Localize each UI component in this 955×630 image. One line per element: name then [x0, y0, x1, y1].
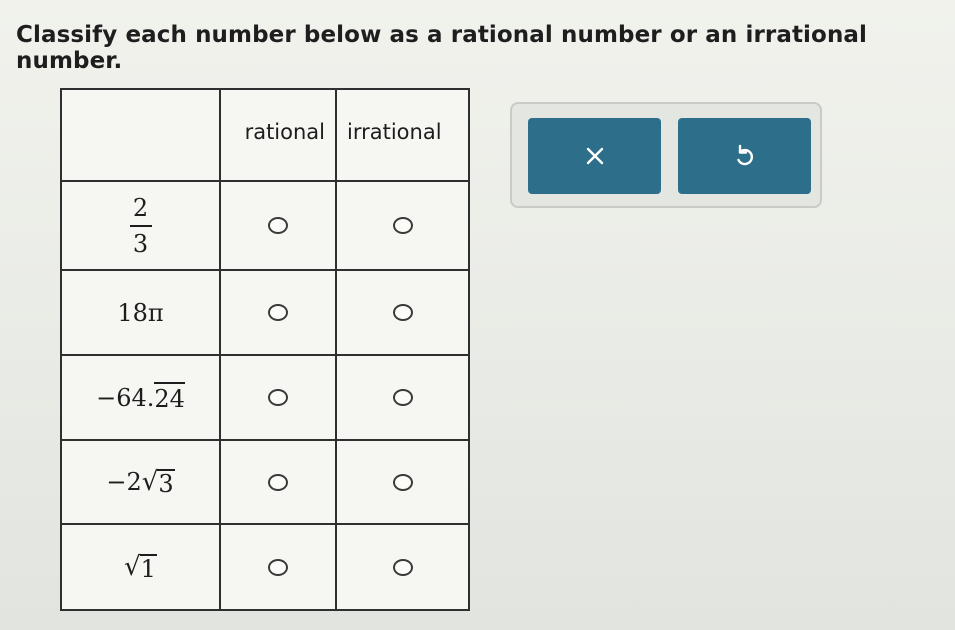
number-cell-two-thirds: 2 3: [62, 182, 221, 271]
radio-rational-row-2[interactable]: [268, 304, 288, 321]
repeating-decimal-prefix: −64.: [96, 383, 155, 412]
action-panel: [510, 102, 822, 208]
radical-sign-icon: √: [141, 467, 159, 497]
number-cell-repeating-decimal: −64. 24: [62, 356, 221, 441]
radical-sign-icon: √: [124, 552, 141, 582]
radio-rational-row-5[interactable]: [268, 558, 288, 576]
square-root: √ 3: [142, 467, 175, 497]
cell-rational-row-4: [221, 441, 337, 525]
radio-rational-row-3[interactable]: [268, 389, 288, 406]
fraction: 2 3: [129, 193, 152, 258]
radio-irrational-row-4[interactable]: [392, 473, 413, 491]
clear-button[interactable]: [528, 118, 661, 194]
undo-icon: [736, 144, 753, 166]
radio-irrational-row-2[interactable]: [392, 304, 413, 321]
cell-rational-row-3: [221, 356, 337, 441]
coefficient: −2: [106, 468, 142, 496]
radio-rational-row-4[interactable]: [268, 473, 288, 491]
cell-rational-row-2: [221, 271, 337, 356]
fraction-bar: [129, 224, 152, 227]
cell-irrational-row-4: [337, 441, 468, 525]
radicand: 1: [139, 553, 157, 583]
radio-rational-row-1[interactable]: [268, 217, 288, 234]
number-18pi: 18π: [117, 298, 164, 327]
instruction-text: Classify each number below as a rational…: [16, 22, 868, 74]
repeating-digits: 24: [154, 382, 185, 413]
classification-table: rational irrational 2 3 18π −64. 24 −2 √ 3…: [60, 88, 470, 611]
cell-rational-row-5: [221, 525, 337, 609]
cell-irrational-row-1: [337, 182, 468, 271]
column-header-rational: rational: [221, 90, 337, 182]
cell-rational-row-1: [221, 182, 337, 271]
fraction-denominator: 3: [132, 229, 149, 258]
fraction-numerator: 2: [132, 193, 149, 222]
radio-irrational-row-3[interactable]: [392, 389, 413, 406]
radicand: 3: [157, 468, 175, 498]
radio-irrational-row-1[interactable]: [392, 217, 413, 234]
x-icon: [586, 147, 603, 165]
number-cell-neg-2-root-3: −2 √ 3: [62, 441, 221, 525]
square-root: √ 1: [124, 552, 157, 582]
cell-irrational-row-2: [337, 271, 468, 356]
cell-irrational-row-5: [337, 525, 468, 609]
cell-irrational-row-3: [337, 356, 468, 441]
column-header-irrational: irrational: [337, 90, 468, 182]
number-cell-18pi: 18π: [62, 271, 221, 356]
radio-irrational-row-5[interactable]: [392, 558, 413, 576]
undo-button[interactable]: [678, 118, 811, 194]
number-cell-root-1: √ 1: [62, 525, 221, 609]
header-empty-cell: [62, 90, 221, 182]
